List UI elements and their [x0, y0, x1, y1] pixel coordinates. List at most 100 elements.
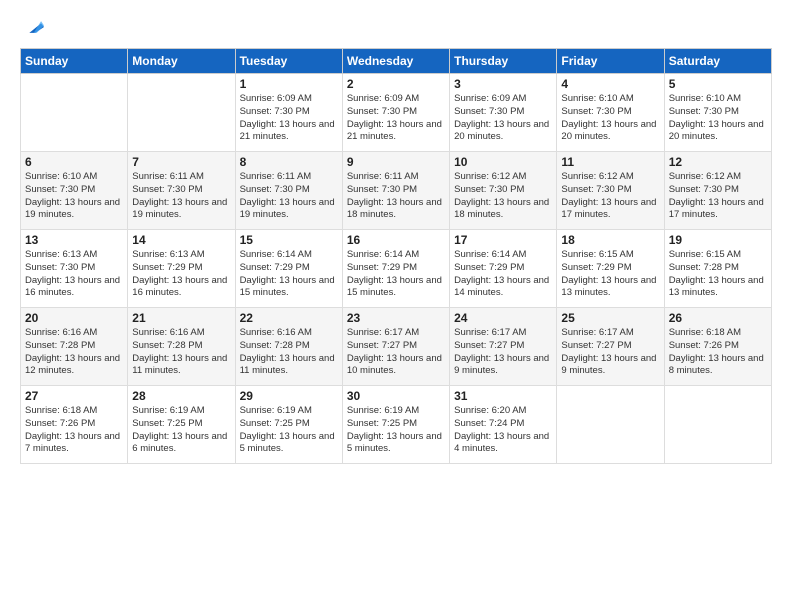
day-cell: [664, 386, 771, 464]
day-info: Sunrise: 6:19 AM Sunset: 7:25 PM Dayligh…: [240, 405, 338, 456]
day-info: Sunrise: 6:15 AM Sunset: 7:29 PM Dayligh…: [561, 249, 659, 300]
day-cell: 22Sunrise: 6:16 AM Sunset: 7:28 PM Dayli…: [235, 308, 342, 386]
day-info: Sunrise: 6:09 AM Sunset: 7:30 PM Dayligh…: [347, 93, 445, 144]
day-info: Sunrise: 6:13 AM Sunset: 7:30 PM Dayligh…: [25, 249, 123, 300]
day-number: 12: [669, 155, 767, 169]
logo-icon: [22, 16, 44, 38]
day-number: 26: [669, 311, 767, 325]
day-cell: 6 Sunrise: 6:10 AM Sunset: 7:30 PM Daylig…: [21, 152, 128, 230]
day-number: 13: [25, 233, 123, 247]
day-info: Sunrise: 6:10 AM Sunset: 7:30 PM Dayligh…: [669, 93, 767, 144]
day-number: 30: [347, 389, 445, 403]
day-cell: [128, 74, 235, 152]
day-number: 29: [240, 389, 338, 403]
day-cell: 30 Sunrise: 6:19 AM Sunset: 7:25 PM Dayli…: [342, 386, 449, 464]
day-number: 8: [240, 155, 338, 169]
week-row-3: 13 Sunrise: 6:13 AM Sunset: 7:30 PM Dayli…: [21, 230, 772, 308]
day-cell: 10 Sunrise: 6:12 AM Sunset: 7:30 PM Dayli…: [450, 152, 557, 230]
day-cell: 26 Sunrise: 6:18 AM Sunset: 7:26 PM Dayli…: [664, 308, 771, 386]
day-number: 18: [561, 233, 659, 247]
day-info: Sunrise: 6:17 AM Sunset: 7:27 PM Dayligh…: [347, 327, 445, 378]
day-cell: 13 Sunrise: 6:13 AM Sunset: 7:30 PM Dayli…: [21, 230, 128, 308]
day-number: 1: [240, 77, 338, 91]
header: [20, 16, 772, 38]
day-number: 3: [454, 77, 552, 91]
day-info: Sunrise: 6:13 AM Sunset: 7:29 PM Dayligh…: [132, 249, 230, 300]
day-cell: [21, 74, 128, 152]
day-cell: 28 Sunrise: 6:19 AM Sunset: 7:25 PM Dayli…: [128, 386, 235, 464]
day-cell: 16 Sunrise: 6:14 AM Sunset: 7:29 PM Dayli…: [342, 230, 449, 308]
col-header-thursday: Thursday: [450, 49, 557, 74]
day-info: Sunrise: 6:18 AM Sunset: 7:26 PM Dayligh…: [25, 405, 123, 456]
day-info: Sunrise: 6:09 AM Sunset: 7:30 PM Dayligh…: [240, 93, 338, 144]
week-row-1: 1 Sunrise: 6:09 AM Sunset: 7:30 PM Daylig…: [21, 74, 772, 152]
day-cell: 8 Sunrise: 6:11 AM Sunset: 7:30 PM Daylig…: [235, 152, 342, 230]
day-number: 6: [25, 155, 123, 169]
day-number: 25: [561, 311, 659, 325]
day-number: 20: [25, 311, 123, 325]
header-row: SundayMondayTuesdayWednesdayThursdayFrid…: [21, 49, 772, 74]
day-cell: 18 Sunrise: 6:15 AM Sunset: 7:29 PM Dayli…: [557, 230, 664, 308]
day-cell: [557, 386, 664, 464]
day-number: 4: [561, 77, 659, 91]
day-info: Sunrise: 6:17 AM Sunset: 7:27 PM Dayligh…: [561, 327, 659, 378]
day-cell: 24Sunrise: 6:17 AM Sunset: 7:27 PM Dayli…: [450, 308, 557, 386]
day-number: 31: [454, 389, 552, 403]
day-number: 23: [347, 311, 445, 325]
day-number: 27: [25, 389, 123, 403]
day-info: Sunrise: 6:11 AM Sunset: 7:30 PM Dayligh…: [240, 171, 338, 222]
day-cell: 14 Sunrise: 6:13 AM Sunset: 7:29 PM Dayli…: [128, 230, 235, 308]
day-cell: 4 Sunrise: 6:10 AM Sunset: 7:30 PM Daylig…: [557, 74, 664, 152]
logo: [20, 16, 44, 38]
day-info: Sunrise: 6:15 AM Sunset: 7:28 PM Dayligh…: [669, 249, 767, 300]
day-info: Sunrise: 6:19 AM Sunset: 7:25 PM Dayligh…: [347, 405, 445, 456]
day-info: Sunrise: 6:20 AM Sunset: 7:24 PM Dayligh…: [454, 405, 552, 456]
day-number: 21: [132, 311, 230, 325]
day-info: Sunrise: 6:10 AM Sunset: 7:30 PM Dayligh…: [25, 171, 123, 222]
col-header-wednesday: Wednesday: [342, 49, 449, 74]
day-info: Sunrise: 6:14 AM Sunset: 7:29 PM Dayligh…: [240, 249, 338, 300]
day-cell: 20 Sunrise: 6:16 AM Sunset: 7:28 PM Dayli…: [21, 308, 128, 386]
day-number: 10: [454, 155, 552, 169]
day-cell: 21 Sunrise: 6:16 AM Sunset: 7:28 PM Dayli…: [128, 308, 235, 386]
day-cell: 25 Sunrise: 6:17 AM Sunset: 7:27 PM Dayli…: [557, 308, 664, 386]
day-cell: 27 Sunrise: 6:18 AM Sunset: 7:26 PM Dayli…: [21, 386, 128, 464]
day-info: Sunrise: 6:10 AM Sunset: 7:30 PM Dayligh…: [561, 93, 659, 144]
day-cell: 23 Sunrise: 6:17 AM Sunset: 7:27 PM Dayli…: [342, 308, 449, 386]
col-header-friday: Friday: [557, 49, 664, 74]
day-number: 28: [132, 389, 230, 403]
day-info: Sunrise: 6:09 AM Sunset: 7:30 PM Dayligh…: [454, 93, 552, 144]
day-info: Sunrise: 6:16 AM Sunset: 7:28 PM Dayligh…: [132, 327, 230, 378]
page: SundayMondayTuesdayWednesdayThursdayFrid…: [0, 0, 792, 612]
day-cell: 3 Sunrise: 6:09 AM Sunset: 7:30 PM Daylig…: [450, 74, 557, 152]
day-number: 15: [240, 233, 338, 247]
day-number: 5: [669, 77, 767, 91]
day-number: 24: [454, 311, 552, 325]
day-cell: 2 Sunrise: 6:09 AM Sunset: 7:30 PM Daylig…: [342, 74, 449, 152]
day-info: Sunrise: 6:18 AM Sunset: 7:26 PM Dayligh…: [669, 327, 767, 378]
day-info: Sunrise: 6:16 AM Sunset: 7:28 PM Dayligh…: [25, 327, 123, 378]
day-info: Sunrise: 6:14 AM Sunset: 7:29 PM Dayligh…: [454, 249, 552, 300]
day-info: Sunrise: 6:19 AM Sunset: 7:25 PM Dayligh…: [132, 405, 230, 456]
day-number: 2: [347, 77, 445, 91]
calendar-table: SundayMondayTuesdayWednesdayThursdayFrid…: [20, 48, 772, 464]
day-number: 16: [347, 233, 445, 247]
day-cell: 9Sunrise: 6:11 AM Sunset: 7:30 PM Daylig…: [342, 152, 449, 230]
day-info: Sunrise: 6:12 AM Sunset: 7:30 PM Dayligh…: [454, 171, 552, 222]
day-cell: 12Sunrise: 6:12 AM Sunset: 7:30 PM Dayli…: [664, 152, 771, 230]
day-number: 9: [347, 155, 445, 169]
day-cell: 7Sunrise: 6:11 AM Sunset: 7:30 PM Daylig…: [128, 152, 235, 230]
col-header-sunday: Sunday: [21, 49, 128, 74]
day-number: 19: [669, 233, 767, 247]
day-cell: 5 Sunrise: 6:10 AM Sunset: 7:30 PM Daylig…: [664, 74, 771, 152]
calendar-header: SundayMondayTuesdayWednesdayThursdayFrid…: [21, 49, 772, 74]
day-info: Sunrise: 6:12 AM Sunset: 7:30 PM Dayligh…: [561, 171, 659, 222]
col-header-monday: Monday: [128, 49, 235, 74]
day-number: 14: [132, 233, 230, 247]
day-cell: 31 Sunrise: 6:20 AM Sunset: 7:24 PM Dayli…: [450, 386, 557, 464]
day-cell: 19 Sunrise: 6:15 AM Sunset: 7:28 PM Dayli…: [664, 230, 771, 308]
week-row-5: 27 Sunrise: 6:18 AM Sunset: 7:26 PM Dayli…: [21, 386, 772, 464]
col-header-tuesday: Tuesday: [235, 49, 342, 74]
day-info: Sunrise: 6:14 AM Sunset: 7:29 PM Dayligh…: [347, 249, 445, 300]
day-number: 11: [561, 155, 659, 169]
